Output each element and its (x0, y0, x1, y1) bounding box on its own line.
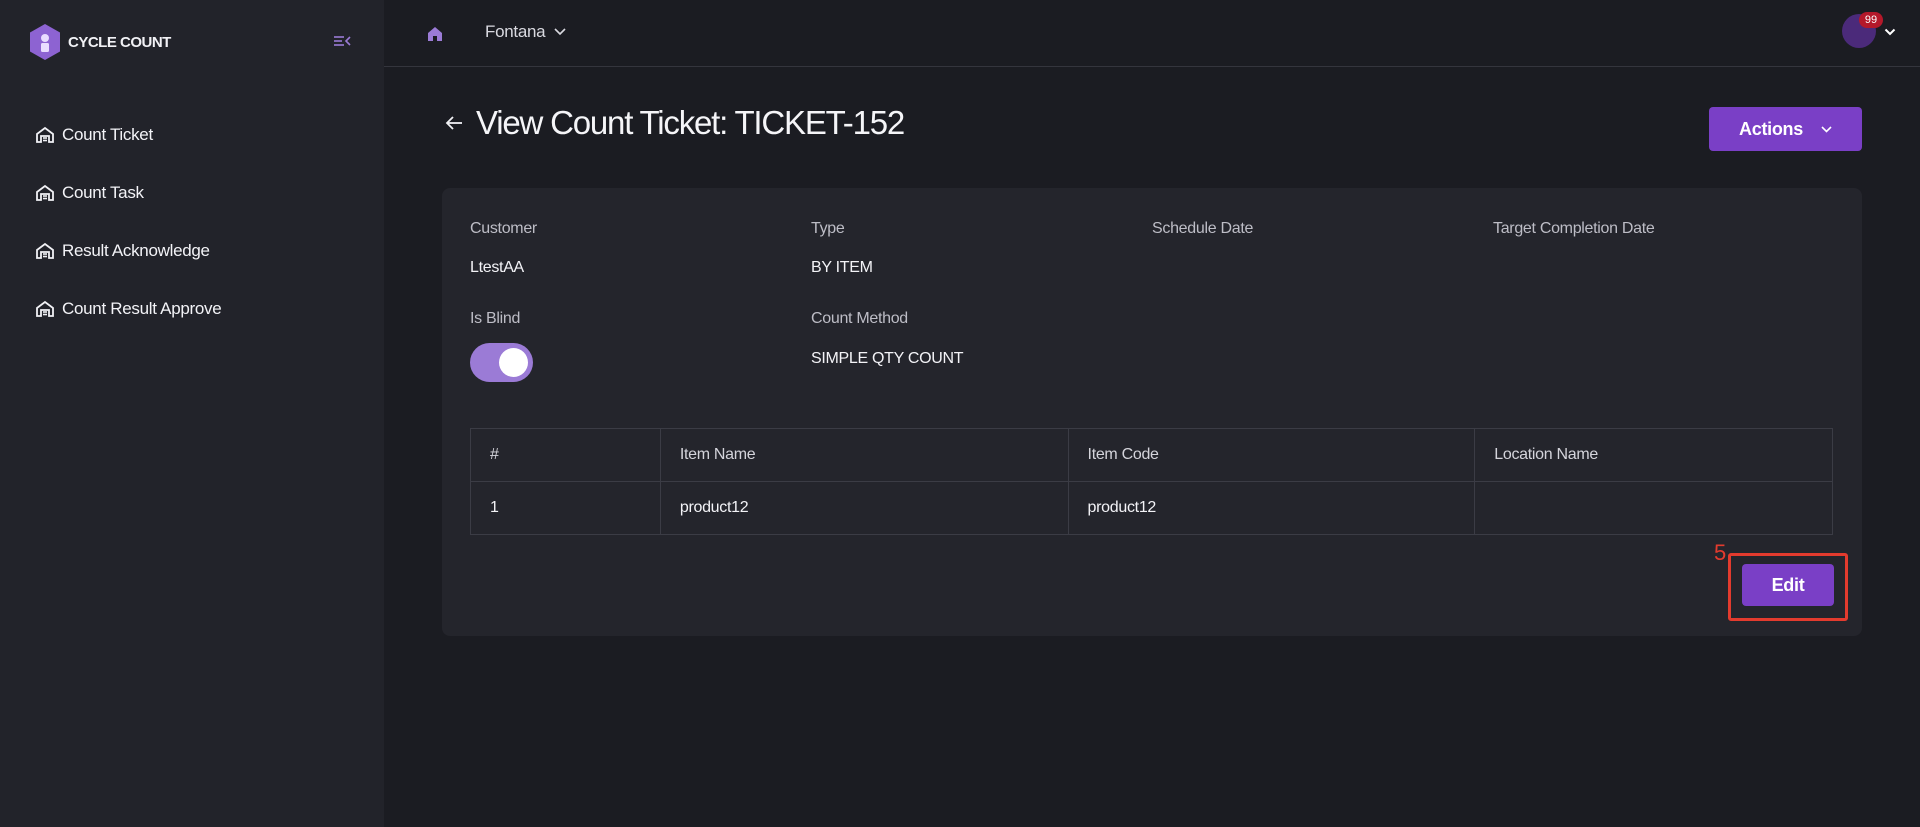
chevron-down-icon (1884, 28, 1896, 36)
count-method-value: SIMPLE QTY COUNT (811, 350, 964, 367)
warehouse-icon (36, 242, 54, 259)
table-header-row: # Item Name Item Code Location Name (470, 428, 1833, 482)
target-completion-date-label: Target Completion Date (1493, 220, 1655, 237)
cell-number: 1 (470, 481, 661, 535)
toggle-knob (499, 348, 528, 377)
customer-label: Customer (470, 220, 537, 237)
warehouse-icon (36, 300, 54, 317)
sidebar: CYCLE COUNT Count Ticket Count Task Resu… (0, 0, 384, 827)
annotation-number: 5 (1714, 540, 1727, 565)
site-selector[interactable]: Fontana (485, 22, 567, 42)
sidebar-item-result-acknowledge[interactable]: Result Acknowledge (36, 222, 221, 280)
back-arrow-icon[interactable] (444, 113, 464, 133)
cell-item-code: product12 (1067, 481, 1476, 535)
is-blind-toggle[interactable] (470, 343, 533, 382)
warehouse-icon (36, 126, 54, 143)
ticket-detail-card: Customer LtestAA Type BY ITEM Schedule D… (442, 188, 1862, 636)
top-bar: Fontana 99 (384, 0, 1920, 67)
site-name: Fontana (485, 22, 546, 41)
chevron-down-icon (1821, 125, 1832, 133)
actions-label: Actions (1739, 118, 1803, 139)
is-blind-label: Is Blind (470, 310, 521, 327)
sidebar-item-label: Count Result Approve (62, 299, 222, 318)
sidebar-item-count-task[interactable]: Count Task (36, 164, 221, 222)
home-icon[interactable] (426, 25, 444, 43)
user-menu[interactable]: 99 (1842, 12, 1902, 50)
collapse-menu-icon[interactable] (332, 32, 352, 50)
schedule-date-label: Schedule Date (1152, 220, 1254, 237)
page-header: View Count Ticket: TICKET-152 (444, 104, 905, 142)
table-row[interactable]: 1 product12 product12 (470, 481, 1833, 535)
column-header-item-code: Item Code (1067, 428, 1476, 482)
sidebar-item-label: Count Ticket (62, 125, 153, 144)
page-title: View Count Ticket: TICKET-152 (476, 104, 905, 141)
sidebar-item-count-ticket[interactable]: Count Ticket (36, 106, 221, 164)
edit-button[interactable]: Edit (1742, 564, 1834, 606)
cycle-count-logo-icon (30, 24, 60, 60)
cell-item-name: product12 (659, 481, 1069, 535)
type-label: Type (811, 220, 845, 237)
chevron-down-icon (554, 28, 566, 36)
column-header-number: # (470, 428, 661, 482)
notification-badge: 99 (1859, 12, 1883, 28)
column-header-item-name: Item Name (659, 428, 1069, 482)
column-header-location-name: Location Name (1474, 428, 1833, 482)
sidebar-item-count-result-approve[interactable]: Count Result Approve (36, 280, 222, 338)
type-value: BY ITEM (811, 259, 873, 276)
app-name: CYCLE COUNT (68, 33, 171, 51)
customer-value: LtestAA (470, 259, 524, 276)
cell-location-name (1474, 481, 1833, 535)
actions-button[interactable]: Actions (1709, 107, 1862, 151)
count-method-label: Count Method (811, 310, 908, 327)
sidebar-item-label: Count Task (62, 183, 144, 202)
items-table: # Item Name Item Code Location Name 1 pr… (470, 428, 1833, 535)
warehouse-icon (36, 184, 54, 201)
sidebar-item-label: Result Acknowledge (62, 241, 210, 260)
brand[interactable]: CYCLE COUNT (28, 22, 171, 62)
sidebar-nav: Count Ticket Count Task Result Acknowled… (36, 106, 222, 338)
